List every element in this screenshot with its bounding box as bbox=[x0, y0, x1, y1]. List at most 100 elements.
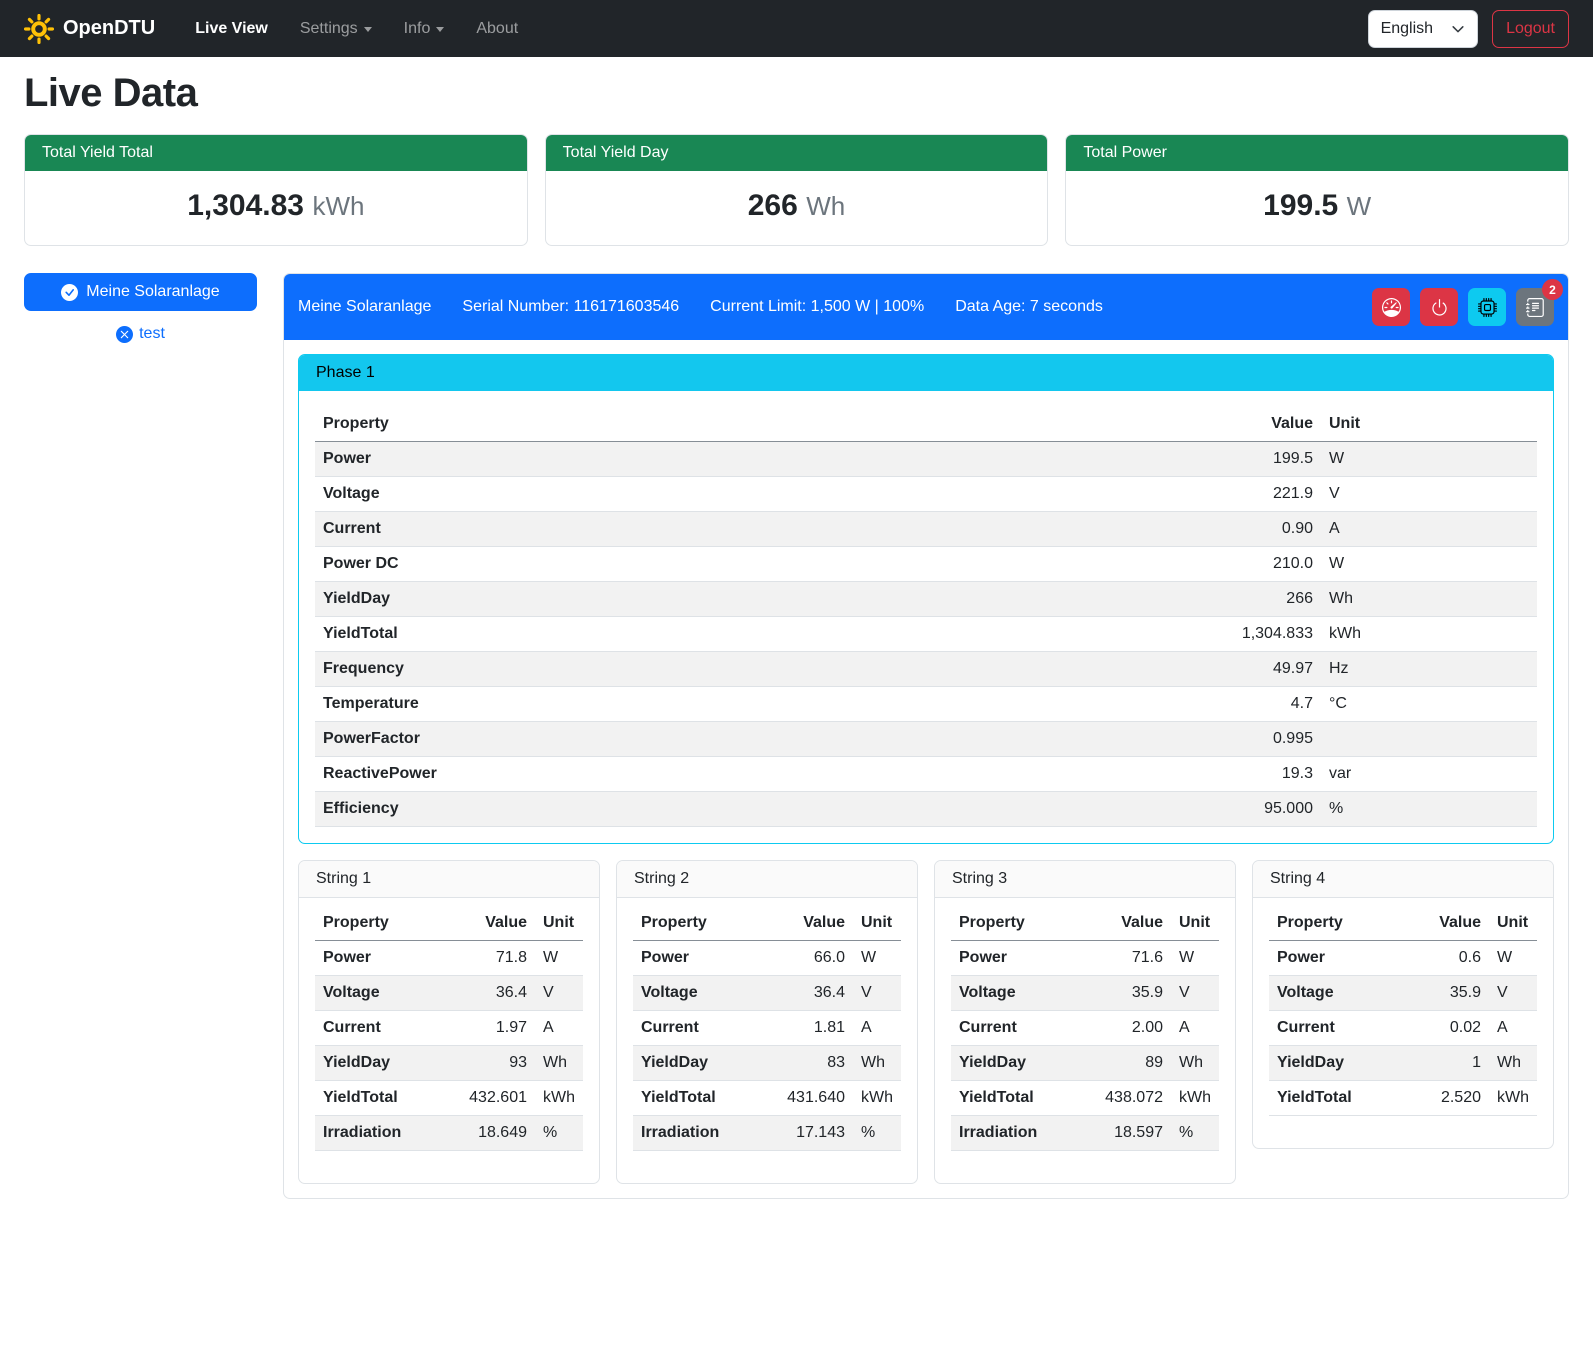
property-cell: Frequency bbox=[315, 652, 1191, 687]
column-header-property: Property bbox=[1269, 906, 1411, 941]
string-card-body: Property Value Unit Power71.8WVoltage36.… bbox=[299, 898, 599, 1183]
table-row: Irradiation18.649% bbox=[315, 1116, 583, 1151]
value-cell: 71.8 bbox=[457, 941, 535, 976]
total-yield-day-unit: Wh bbox=[806, 191, 845, 221]
table-row: YieldTotal1,304.833kWh bbox=[315, 617, 1537, 652]
phase-card-header: Phase 1 bbox=[299, 355, 1553, 391]
unit-cell: kWh bbox=[853, 1081, 901, 1116]
chevron-down-icon bbox=[364, 27, 372, 32]
inverter-panel-header: Meine Solaranlage Serial Number: 1161716… bbox=[284, 274, 1568, 340]
value-cell: 35.9 bbox=[1093, 976, 1171, 1011]
value-cell: 95.000 bbox=[1191, 792, 1321, 827]
table-row: Voltage36.4V bbox=[633, 976, 901, 1011]
column-header-property: Property bbox=[315, 407, 1191, 442]
table-row: YieldTotal2.520kWh bbox=[1269, 1081, 1537, 1116]
nav-item-settings[interactable]: Settings bbox=[286, 12, 386, 46]
table-row: Irradiation18.597% bbox=[951, 1116, 1219, 1151]
inverter-list: Meine Solaranlage test bbox=[24, 273, 257, 343]
column-header-unit: Unit bbox=[853, 906, 901, 941]
property-cell: YieldDay bbox=[1269, 1046, 1411, 1081]
unit-cell: W bbox=[1171, 941, 1219, 976]
value-cell: 432.601 bbox=[457, 1081, 535, 1116]
check-circle-icon bbox=[61, 284, 78, 301]
unit-cell: Hz bbox=[1321, 652, 1537, 687]
nav-item-live-view[interactable]: Live View bbox=[181, 12, 282, 46]
value-cell: 93 bbox=[457, 1046, 535, 1081]
value-cell: 266 bbox=[1191, 582, 1321, 617]
nav-item-label: Settings bbox=[300, 20, 358, 38]
table-row: Power DC210.0W bbox=[315, 547, 1537, 582]
table-row: Voltage221.9V bbox=[315, 477, 1537, 512]
value-cell: 4.7 bbox=[1191, 687, 1321, 722]
value-cell: 2.00 bbox=[1093, 1011, 1171, 1046]
inverter-header-texts: Meine Solaranlage Serial Number: 1161716… bbox=[298, 298, 1103, 316]
journal-icon bbox=[1526, 298, 1545, 317]
column-header-value: Value bbox=[1191, 407, 1321, 442]
property-cell: Power bbox=[315, 941, 457, 976]
property-cell: Current bbox=[315, 512, 1191, 547]
unit-cell: kWh bbox=[1489, 1081, 1537, 1116]
total-yield-total-unit: kWh bbox=[312, 191, 364, 221]
unit-cell: % bbox=[1321, 792, 1537, 827]
property-cell: Irradiation bbox=[633, 1116, 775, 1151]
property-cell: ReactivePower bbox=[315, 757, 1191, 792]
value-cell: 431.640 bbox=[775, 1081, 853, 1116]
property-cell: Power bbox=[633, 941, 775, 976]
card-header: Total Yield Day bbox=[546, 135, 1048, 171]
unit-cell: Wh bbox=[1321, 582, 1537, 617]
navbar-right: English Logout bbox=[1368, 10, 1569, 48]
unit-cell: % bbox=[535, 1116, 583, 1151]
table-row: Temperature4.7°C bbox=[315, 687, 1537, 722]
property-cell: Voltage bbox=[1269, 976, 1411, 1011]
event-log-button[interactable]: 2 bbox=[1516, 288, 1554, 326]
unit-cell: A bbox=[1321, 512, 1537, 547]
total-yield-day-card: Total Yield Day 266 Wh bbox=[545, 134, 1049, 246]
table-row: Current2.00A bbox=[951, 1011, 1219, 1046]
nav-item-about[interactable]: About bbox=[462, 12, 532, 46]
inverter-toolbar: 2 bbox=[1372, 288, 1554, 326]
table-row: YieldDay83Wh bbox=[633, 1046, 901, 1081]
limit-settings-button[interactable] bbox=[1372, 288, 1410, 326]
selected-inverter-button[interactable]: Meine Solaranlage bbox=[24, 273, 257, 311]
string-card-header: String 3 bbox=[935, 861, 1235, 898]
value-cell: 17.143 bbox=[775, 1116, 853, 1151]
property-cell: Current bbox=[1269, 1011, 1411, 1046]
power-control-button[interactable] bbox=[1420, 288, 1458, 326]
unit-cell: var bbox=[1321, 757, 1537, 792]
table-row: Irradiation17.143% bbox=[633, 1116, 901, 1151]
unit-cell: V bbox=[535, 976, 583, 1011]
value-cell: 1.81 bbox=[775, 1011, 853, 1046]
inverter-panel-body: Phase 1 Property Value Unit Power199.5WV… bbox=[284, 340, 1568, 1198]
unit-cell: kWh bbox=[1321, 617, 1537, 652]
total-yield-total-value: 1,304.83 bbox=[187, 189, 304, 222]
property-cell: Irradiation bbox=[951, 1116, 1093, 1151]
unit-cell: V bbox=[1171, 976, 1219, 1011]
column-header-value: Value bbox=[1093, 906, 1171, 941]
card-header: Total Yield Total bbox=[25, 135, 527, 171]
column-header-unit: Unit bbox=[1489, 906, 1537, 941]
property-cell: Power bbox=[951, 941, 1093, 976]
string-1-card: String 1 Property Value Unit bbox=[298, 860, 600, 1184]
logout-button[interactable]: Logout bbox=[1492, 10, 1569, 48]
inverter-item-test[interactable]: test bbox=[24, 325, 257, 343]
property-cell: YieldTotal bbox=[633, 1081, 775, 1116]
column-header-property: Property bbox=[633, 906, 775, 941]
value-cell: 35.9 bbox=[1411, 976, 1489, 1011]
unit-cell: Wh bbox=[1489, 1046, 1537, 1081]
string-card-header: String 4 bbox=[1253, 861, 1553, 898]
unit-cell: W bbox=[853, 941, 901, 976]
table-row: Frequency49.97Hz bbox=[315, 652, 1537, 687]
property-cell: Current bbox=[951, 1011, 1093, 1046]
device-info-button[interactable] bbox=[1468, 288, 1506, 326]
table-row: Power71.8W bbox=[315, 941, 583, 976]
language-select[interactable]: English bbox=[1368, 10, 1478, 48]
property-cell: YieldDay bbox=[951, 1046, 1093, 1081]
value-cell: 438.072 bbox=[1093, 1081, 1171, 1116]
card-body: 1,304.83 kWh bbox=[25, 171, 527, 245]
property-cell: PowerFactor bbox=[315, 722, 1191, 757]
navbar: OpenDTU Live View Settings Info About En… bbox=[0, 0, 1593, 57]
string-2-table: Property Value Unit Power66.0WVoltage36.… bbox=[633, 906, 901, 1151]
brand[interactable]: OpenDTU bbox=[24, 14, 155, 44]
nav-item-info[interactable]: Info bbox=[390, 12, 459, 46]
unit-cell: W bbox=[535, 941, 583, 976]
